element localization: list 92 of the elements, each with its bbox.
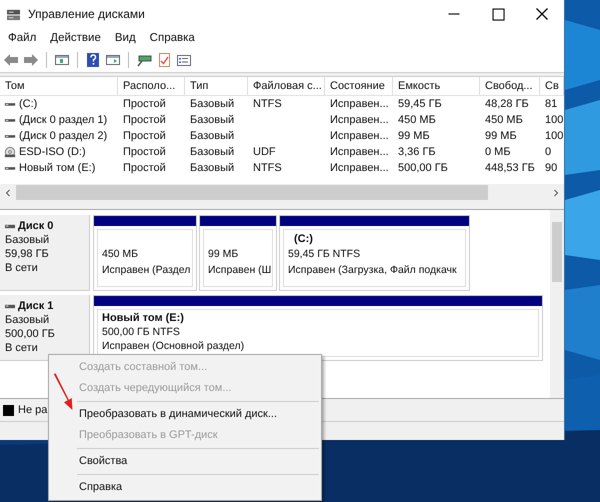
table-cell: ESD-ISO (D:): [19, 146, 86, 158]
table-cell: 0: [545, 146, 552, 158]
partition-size: 59,45 ГБ NTFS: [288, 247, 362, 262]
table-cell: (C:): [19, 98, 38, 110]
column-header[interactable]: Состояние: [325, 77, 393, 95]
scroll-left-icon[interactable]: [4, 188, 12, 196]
partition[interactable]: 450 МБ Исправен (Раздел: [93, 215, 197, 291]
table-cell: Простой: [123, 114, 166, 126]
table-cell: 99 МБ: [398, 130, 430, 142]
partition-size: 500,00 ГБ NTFS: [102, 325, 181, 339]
help-icon[interactable]: [85, 52, 101, 68]
table-cell: Исправен...: [330, 146, 389, 158]
table-cell: Базовый: [190, 130, 234, 142]
disk-status: В сети: [5, 341, 39, 355]
table-cell: Базовый: [190, 146, 234, 158]
checked-document-icon[interactable]: [156, 52, 172, 68]
table-cell: 448,53 ГБ: [485, 162, 535, 174]
column-header[interactable]: Том: [0, 77, 118, 95]
column-header[interactable]: Файловая с...: [248, 77, 325, 95]
table-cell: 3,36 ГБ: [398, 146, 436, 158]
table-cell: 59,45 ГБ: [398, 98, 442, 110]
partition-size: 99 МБ: [208, 247, 240, 262]
table-cell: (Диск 0 раздел 1): [19, 114, 108, 126]
column-header[interactable]: Емкость: [393, 77, 480, 95]
vertical-scrollbar[interactable]: [550, 210, 564, 398]
table-cell: 90: [545, 162, 558, 174]
menu-item[interactable]: Справка: [49, 477, 321, 498]
partition-status: Исправен (Ш: [208, 263, 268, 278]
back-arrow-icon[interactable]: [3, 52, 19, 68]
table-cell: Базовый: [190, 114, 234, 126]
table-cell: 81: [545, 98, 558, 110]
column-header[interactable]: Располо...: [118, 77, 185, 95]
table-cell: Исправен...: [330, 130, 389, 142]
legend-label: Не ра: [18, 404, 48, 416]
table-cell: 100: [545, 130, 564, 142]
horizontal-scrollbar[interactable]: [0, 184, 564, 201]
table-cell: Простой: [123, 98, 166, 110]
table-cell: Новый том (E:): [19, 162, 96, 174]
column-header[interactable]: Тип: [185, 77, 248, 95]
table-cell: Простой: [123, 130, 166, 142]
table-cell: 500,00 ГБ: [398, 162, 448, 174]
partition[interactable]: 99 МБ Исправен (Ш: [199, 215, 277, 291]
disk-type: Базовый: [5, 233, 50, 247]
disc-drive-icon: [4, 146, 16, 158]
menu-item[interactable]: Вид: [108, 32, 143, 44]
table-cell: (Диск 0 раздел 2): [19, 130, 108, 142]
partition-status: Исправен (Раздел: [102, 263, 188, 278]
table-cell: 450 МБ: [485, 114, 523, 126]
scroll-right-icon[interactable]: [552, 188, 560, 196]
menu-item[interactable]: Свойства: [49, 451, 321, 472]
disk-name: Диск 0: [18, 220, 54, 232]
disk-name: Диск 1: [18, 300, 54, 312]
table-cell: Исправен...: [330, 114, 389, 126]
menu-item[interactable]: Справка: [142, 32, 202, 44]
panel-icon[interactable]: [54, 52, 70, 68]
disk-info-panel[interactable]: Диск 1 Базовый 500,00 ГБ В сети: [0, 295, 90, 361]
partition[interactable]: (C:) 59,45 ГБ NTFS Исправен (Загрузка, Файл подкачк: [279, 215, 470, 291]
disk-size: 500,00 ГБ: [5, 327, 56, 341]
partition-label: (C:): [293, 232, 314, 246]
column-header[interactable]: Свобод...: [480, 77, 540, 95]
table-cell: Базовый: [190, 98, 234, 110]
table-cell: UDF: [253, 146, 276, 158]
partition-status: Исправен (Загрузка, Файл подкачк: [288, 263, 458, 278]
table-cell: NTFS: [253, 98, 282, 110]
table-cell: 99 МБ: [485, 130, 517, 142]
partition-size: 450 МБ: [102, 247, 140, 262]
table-cell: 450 МБ: [398, 114, 436, 126]
window-title: Управление дисками: [28, 7, 145, 21]
partition-label: Новый том (E:): [102, 311, 185, 325]
table-cell: Простой: [123, 162, 166, 174]
disk-type: Базовый: [5, 313, 50, 327]
table-cell: NTFS: [253, 162, 282, 174]
panel-icon[interactable]: [105, 52, 121, 68]
list-icon[interactable]: [176, 52, 192, 68]
table-cell: Простой: [123, 146, 166, 158]
table-cell: Базовый: [190, 162, 234, 174]
table-cell: Исправен...: [330, 162, 389, 174]
disk-info-panel[interactable]: Диск 0 Базовый 59,98 ГБ В сети: [0, 215, 90, 291]
table-cell: 100: [545, 114, 564, 126]
partition-status: Исправен (Основной раздел): [102, 339, 246, 353]
column-header[interactable]: Св: [540, 77, 564, 95]
disk-status: В сети: [5, 261, 39, 275]
table-cell: 0 МБ: [485, 146, 511, 158]
menu-item[interactable]: Действие: [43, 32, 108, 44]
forward-arrow-icon[interactable]: [23, 52, 39, 68]
menu-item[interactable]: Файл: [2, 32, 44, 44]
table-cell: Исправен...: [330, 98, 389, 110]
partition[interactable]: Новый том (E:) 500,00 ГБ NTFS Исправен (Основной раздел): [93, 295, 543, 361]
disk-size: 59,98 ГБ: [5, 247, 50, 261]
disk-management-icon: [6, 8, 21, 20]
table-cell: 48,28 ГБ: [485, 98, 529, 110]
menu-item[interactable]: Преобразовать в динамический диск...: [49, 404, 321, 425]
